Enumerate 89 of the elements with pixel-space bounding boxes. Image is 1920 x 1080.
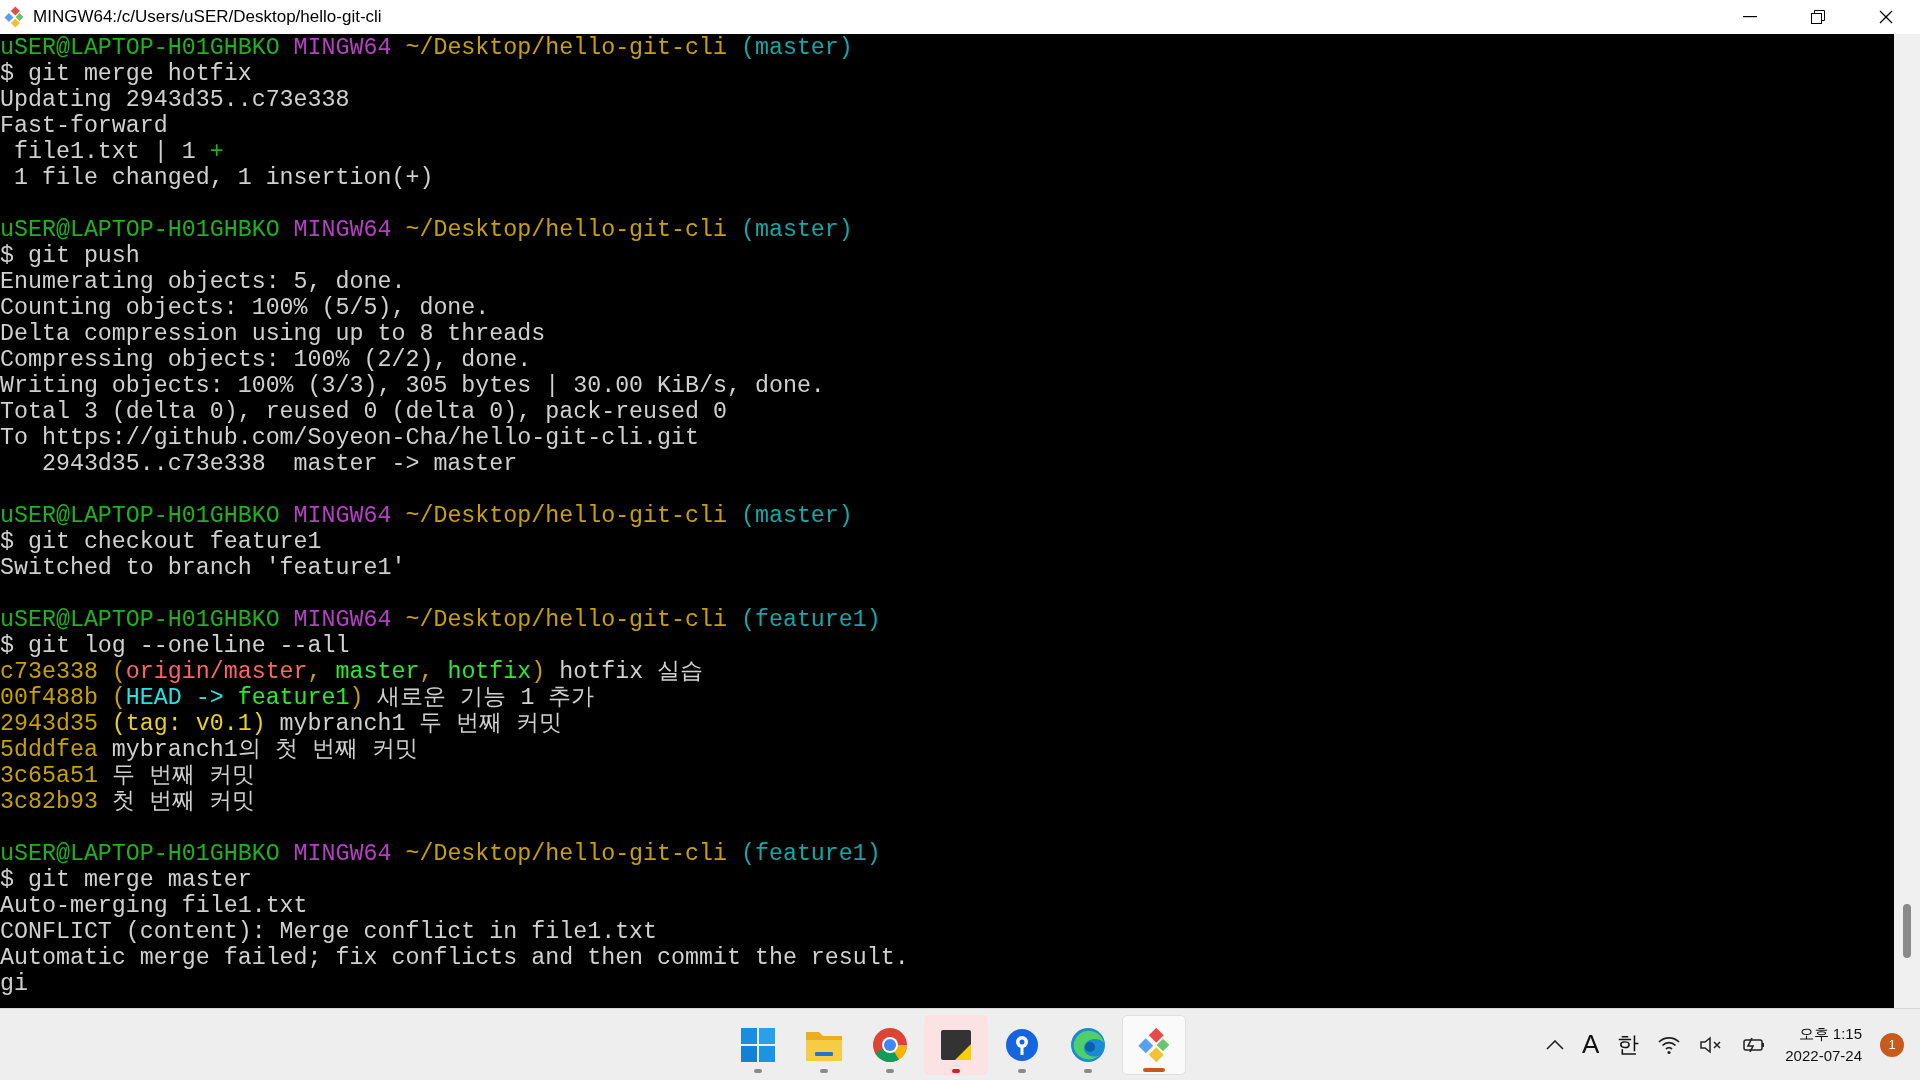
terminal-text: 5dddfea <box>0 737 99 763</box>
clock[interactable]: 오후 1:15 2022-07-24 <box>1785 1022 1862 1067</box>
terminal-text: MINGW64 <box>293 217 393 243</box>
terminal-text: master <box>335 659 420 685</box>
terminal-text: MINGW64 <box>293 607 393 633</box>
terminal-text: Writing objects: 100% (3/3), 305 bytes | 30.00 KiB/s, done. <box>0 373 825 399</box>
terminal-text: 2943d35..c73e338 master -> master <box>40 451 518 477</box>
terminal-text: ~/Desktop/hello-git-cli <box>405 35 728 61</box>
terminal-text: , <box>419 659 435 685</box>
input-mode-indicator[interactable]: A <box>1581 1025 1600 1064</box>
terminal-text: , <box>307 659 323 685</box>
scrollbar-thumb[interactable] <box>1903 904 1911 958</box>
terminal-text: 3c82b93 <box>0 789 99 815</box>
language-indicator[interactable]: 한 <box>1617 1028 1640 1061</box>
terminal-text: uSER@LAPTOP-H01GHBKO <box>0 217 281 243</box>
terminal-text: 첫 번째 커밋 <box>111 789 255 815</box>
terminal-text: To https://github.com/Soyeon-Cha/hello-git-cli.git <box>0 425 700 451</box>
taskbar-app-button[interactable] <box>924 1014 988 1075</box>
notification-badge[interactable]: 1 <box>1880 1032 1904 1057</box>
terminal-text: 새로운 기능 1 추가 <box>376 685 595 711</box>
terminal-text: Updating 2943d35..c73e338 <box>0 87 350 113</box>
wifi-icon[interactable] <box>1657 1034 1682 1055</box>
terminal-text: ) <box>531 659 546 685</box>
terminal-text: 3c65a51 <box>0 763 99 789</box>
terminal-text: $ git merge hotfix <box>0 61 252 87</box>
terminal-text: 1 file changed, 1 insertion(+) <box>12 165 434 191</box>
terminal-text: c73e338 <box>0 659 99 685</box>
terminal-text: (master) <box>740 35 853 61</box>
terminal-text: Compressing objects: 100% (2/2), done. <box>0 347 532 373</box>
terminal-text: MINGW64 <box>293 35 393 61</box>
close-icon <box>1879 10 1893 24</box>
muted-speaker-icon[interactable] <box>1699 1034 1724 1055</box>
git-logo-icon <box>3 6 25 28</box>
window-title: MINGW64:/c/Users/uSER/Desktop/hello-git-cli <box>33 6 382 29</box>
terminal-text: CONFLICT (content): Merge conflict in file1.txt <box>0 919 658 945</box>
terminal-text: 2943d35 <box>0 711 99 737</box>
terminal-text: (feature1) <box>740 841 881 867</box>
terminal-text: file1.txt | 1 <box>12 139 197 165</box>
clock-time: 오후 1:15 <box>1798 1023 1862 1044</box>
windows-logo-icon <box>740 1026 776 1063</box>
terminal-text: ~/Desktop/hello-git-cli <box>405 217 728 243</box>
terminal-text: (feature1) <box>740 607 881 633</box>
terminal-text: ~/Desktop/hello-git-cli <box>405 607 728 633</box>
terminal-text: Automatic merge failed; fix conflicts and then commit the result. <box>0 945 909 971</box>
terminal-text: Fast-forward <box>0 113 168 139</box>
terminal-text: uSER@LAPTOP-H01GHBKO <box>0 607 281 633</box>
restore-icon <box>1811 10 1825 24</box>
terminal-text: + <box>209 139 224 165</box>
terminal-text: uSER@LAPTOP-H01GHBKO <box>0 841 281 867</box>
terminal-text: $ git log --oneline --all <box>0 633 350 659</box>
terminal-text: ( <box>111 685 126 711</box>
terminal-text: Total 3 (delta 0), reused 0 (delta 0), pack-reused 0 <box>0 399 727 425</box>
terminal-text: (master) <box>740 503 853 529</box>
edge-browser-icon <box>1070 1026 1106 1063</box>
browser-icon <box>872 1026 908 1063</box>
terminal-text: Counting objects: 100% (5/5), done. <box>0 295 490 321</box>
terminal-text: (master) <box>740 217 853 243</box>
terminal-text: $ git push <box>0 243 140 269</box>
clock-date: 2022-07-24 <box>1785 1045 1862 1066</box>
terminal-text: MINGW64 <box>293 841 393 867</box>
note-icon <box>940 1028 972 1061</box>
terminal-text: mybranch1의 첫 번째 커밋 <box>111 737 418 763</box>
terminal-text: Enumerating objects: 5, done. <box>0 269 406 295</box>
map-pin-icon <box>1005 1027 1039 1062</box>
terminal-text: feature1 <box>237 685 350 711</box>
terminal-text: Delta compression using up to 8 threads <box>0 321 546 347</box>
git-logo-icon <box>1136 1026 1172 1063</box>
minimize-icon <box>1743 16 1757 18</box>
terminal-text: ~/Desktop/hello-git-cli <box>405 503 728 529</box>
terminal-text: Auto-merging file1.txt <box>0 893 308 919</box>
terminal-text: $ git checkout feature1 <box>0 529 322 555</box>
terminal-text: $ git merge master <box>0 867 252 893</box>
terminal-text: hotfix 실습 <box>558 659 704 685</box>
terminal-text: hotfix <box>447 659 532 685</box>
terminal-text: gi <box>0 971 28 997</box>
terminal-text: origin/master <box>125 659 308 685</box>
terminal-text: ~/Desktop/hello-git-cli <box>405 841 728 867</box>
terminal-text: mybranch1 두 번째 커밋 <box>278 711 563 737</box>
terminal-text: ) <box>349 685 364 711</box>
terminal-text: ( <box>111 659 126 685</box>
chevron-up-icon[interactable] <box>1545 1039 1564 1050</box>
terminal-text: uSER@LAPTOP-H01GHBKO <box>0 503 281 529</box>
terminal-text: uSER@LAPTOP-H01GHBKO <box>0 35 281 61</box>
terminal-text: Switched to branch 'feature1' <box>0 555 406 581</box>
terminal-text: (tag: v0.1) <box>111 711 266 737</box>
terminal-text: 두 번째 커밋 <box>111 763 255 789</box>
terminal-text: MINGW64 <box>293 503 393 529</box>
terminal-text: 00f488b <box>0 685 99 711</box>
terminal-text: HEAD -> <box>125 685 225 711</box>
